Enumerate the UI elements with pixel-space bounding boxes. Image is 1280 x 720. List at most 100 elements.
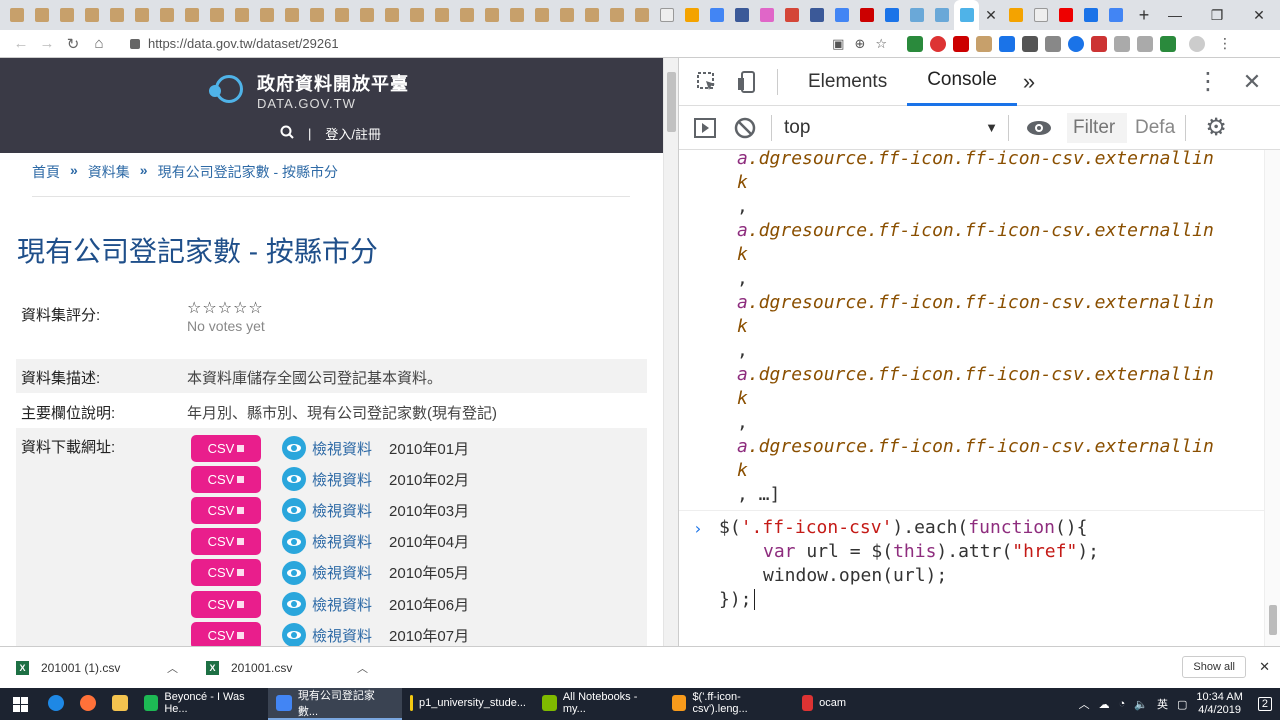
- tab[interactable]: [229, 0, 254, 30]
- avatar[interactable]: [1189, 35, 1205, 52]
- bookmark-star-icon[interactable]: ☆: [875, 36, 887, 52]
- tab[interactable]: [54, 0, 79, 30]
- close-window-button[interactable]: ✕: [1238, 0, 1280, 30]
- console-scrollbar[interactable]: [1264, 150, 1280, 646]
- view-eye-icon[interactable]: [282, 560, 306, 585]
- console-output[interactable]: a.dgresource.ff-icon.ff-icon-csv.externa…: [679, 150, 1265, 646]
- close-devtools-icon[interactable]: ✕: [1232, 62, 1272, 102]
- extension-icon[interactable]: [1114, 35, 1130, 52]
- onedrive-icon[interactable]: ☁: [1099, 698, 1110, 711]
- ime-mode-icon[interactable]: ▢: [1177, 698, 1187, 711]
- more-tabs-icon[interactable]: »: [1017, 58, 1041, 106]
- tab[interactable]: [454, 0, 479, 30]
- ime-indicator[interactable]: 英: [1157, 696, 1168, 712]
- chevron-up-icon[interactable]: ︿: [167, 660, 178, 676]
- address-bar[interactable]: https://data.gov.tw/dataset/29261 ▣ ⊕ ☆: [122, 32, 887, 56]
- page-scrollbar[interactable]: [663, 58, 678, 646]
- extension-icon[interactable]: [999, 35, 1015, 52]
- devtools-menu-icon[interactable]: ⋮: [1188, 62, 1228, 102]
- tab[interactable]: [804, 0, 829, 30]
- notifications-icon[interactable]: 2: [1257, 697, 1272, 711]
- star-rating[interactable]: ☆☆☆☆☆: [187, 298, 265, 318]
- tab-active[interactable]: [954, 0, 979, 30]
- tab[interactable]: [104, 0, 129, 30]
- tab[interactable]: [754, 0, 779, 30]
- tab[interactable]: [679, 0, 704, 30]
- breadcrumb-current[interactable]: 現有公司登記家數 - 按縣市分: [158, 162, 338, 182]
- tab[interactable]: [554, 0, 579, 30]
- view-data-link[interactable]: 檢視資料: [312, 625, 372, 646]
- extension-icon[interactable]: [1022, 35, 1038, 52]
- taskbar-app[interactable]: $('.ff-icon-csv').leng...: [664, 688, 794, 720]
- tab[interactable]: [254, 0, 279, 30]
- sidebar-toggle-icon[interactable]: [685, 108, 725, 148]
- tab[interactable]: [79, 0, 104, 30]
- extension-icon[interactable]: [976, 35, 992, 52]
- clear-console-icon[interactable]: [725, 108, 765, 148]
- zoom-icon[interactable]: ⊕: [854, 36, 865, 52]
- tab[interactable]: [379, 0, 404, 30]
- home-icon[interactable]: ⌂: [86, 35, 112, 52]
- reload-icon[interactable]: ↻: [60, 35, 86, 53]
- tab[interactable]: [729, 0, 754, 30]
- taskbar-app[interactable]: Beyoncé - I Was He...: [136, 688, 268, 720]
- csv-download-button[interactable]: CSV: [191, 434, 261, 462]
- site-settings-icon[interactable]: ▣: [832, 36, 844, 52]
- csv-download-button[interactable]: CSV: [191, 559, 261, 587]
- tray-chevron-icon[interactable]: ︿: [1079, 696, 1090, 712]
- volume-icon[interactable]: 🔈: [1134, 698, 1148, 711]
- extension-icon[interactable]: [1160, 35, 1176, 52]
- tab[interactable]: [1078, 0, 1103, 30]
- site-logo[interactable]: 政府資料開放平臺 DATA.GOV.TW: [207, 69, 409, 111]
- tab[interactable]: [129, 0, 154, 30]
- tab[interactable]: [929, 0, 954, 30]
- tab[interactable]: [1103, 0, 1128, 30]
- view-data-link[interactable]: 檢視資料: [312, 594, 372, 615]
- tab-console[interactable]: Console: [907, 58, 1017, 106]
- download-item[interactable]: X 201001.csv ︿: [190, 647, 380, 689]
- view-data-link[interactable]: 檢視資料: [312, 562, 372, 583]
- taskbar-app-firefox[interactable]: [72, 688, 104, 720]
- view-eye-icon[interactable]: [282, 467, 306, 492]
- minimize-button[interactable]: —: [1154, 0, 1196, 30]
- extension-icon[interactable]: [1137, 35, 1153, 52]
- console-settings-gear-icon[interactable]: ⚙: [1196, 108, 1236, 148]
- breadcrumb-datasets[interactable]: 資料集: [88, 162, 130, 182]
- tab[interactable]: [1003, 0, 1028, 30]
- menu-icon[interactable]: ⋮: [1218, 35, 1232, 52]
- tab[interactable]: [1028, 0, 1053, 30]
- view-eye-icon[interactable]: [282, 592, 306, 616]
- tab[interactable]: [504, 0, 529, 30]
- tab[interactable]: [529, 0, 554, 30]
- tab[interactable]: [204, 0, 229, 30]
- download-item[interactable]: X 201001 (1).csv ︿: [0, 647, 190, 689]
- taskbar-app-explorer[interactable]: [104, 688, 136, 720]
- tab[interactable]: [479, 0, 504, 30]
- tab[interactable]: [1053, 0, 1078, 30]
- extension-icon[interactable]: [1045, 35, 1061, 52]
- taskbar-app-edge[interactable]: [40, 688, 72, 720]
- tab[interactable]: [879, 0, 904, 30]
- taskbar-app[interactable]: All Notebooks - my...: [534, 688, 664, 720]
- tab-elements[interactable]: Elements: [788, 58, 907, 106]
- view-eye-icon[interactable]: [282, 498, 306, 523]
- maximize-button[interactable]: ❐: [1196, 0, 1238, 30]
- back-icon[interactable]: ←: [8, 35, 34, 52]
- taskbar-app[interactable]: p1_university_stude...: [402, 688, 534, 720]
- console-filter-input[interactable]: [1067, 112, 1127, 143]
- tab[interactable]: [279, 0, 304, 30]
- show-all-button[interactable]: Show all: [1182, 656, 1246, 678]
- tab[interactable]: [579, 0, 604, 30]
- console-input[interactable]: › $('.ff-icon-csv').each(function(){ var…: [679, 510, 1265, 646]
- csv-download-button[interactable]: CSV: [191, 621, 261, 646]
- tab[interactable]: [154, 0, 179, 30]
- login-link[interactable]: 登入/註冊: [325, 124, 381, 143]
- close-downloads-icon[interactable]: ✕: [1259, 659, 1270, 675]
- view-data-link[interactable]: 檢視資料: [312, 438, 372, 459]
- tab[interactable]: [704, 0, 729, 30]
- log-levels-dropdown[interactable]: Defa: [1135, 117, 1175, 139]
- csv-download-button[interactable]: CSV: [191, 496, 261, 524]
- breadcrumb-home[interactable]: 首頁: [32, 162, 60, 182]
- tab[interactable]: [29, 0, 54, 30]
- tab[interactable]: [354, 0, 379, 30]
